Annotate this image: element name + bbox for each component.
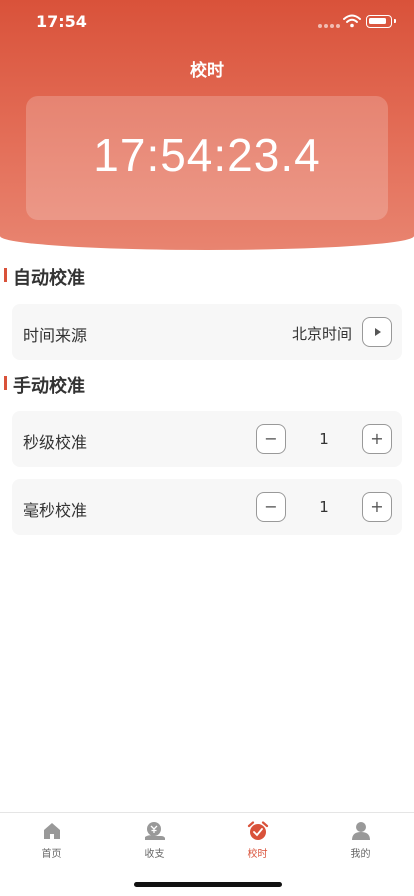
section-heading-manual: 手动校准 xyxy=(0,372,300,397)
second-calibration-label: 秒级校准 xyxy=(23,433,88,452)
battery-icon xyxy=(366,15,396,28)
signal-dots-icon xyxy=(318,24,340,28)
wifi-icon xyxy=(343,14,361,28)
millisecond-calibration-label: 毫秒校准 xyxy=(23,501,88,520)
time-source-value: 北京时间 xyxy=(291,325,352,343)
tab-label: 校时 xyxy=(247,849,268,860)
tab-home[interactable]: 首页 xyxy=(0,821,103,871)
money-icon xyxy=(144,822,165,840)
tab-label: 我的 xyxy=(350,849,371,860)
status-bar: 17:54 xyxy=(0,0,414,44)
millisecond-calibration-value: 1 xyxy=(319,498,329,516)
section-accent-bar xyxy=(4,268,7,282)
millisecond-calibration-row: 毫秒校准 − 1 + xyxy=(12,479,402,535)
time-source-row[interactable]: 时间来源 北京时间 xyxy=(12,304,402,360)
home-indicator xyxy=(134,882,282,887)
clock-card: 17:54:23.4 xyxy=(26,96,388,220)
alarm-clock-icon xyxy=(247,821,268,840)
section-accent-bar xyxy=(4,376,7,390)
second-decrement-button[interactable]: − xyxy=(256,424,286,454)
second-calibration-row: 秒级校准 − 1 + xyxy=(12,411,402,467)
tab-income-expense[interactable]: 收支 xyxy=(103,821,206,871)
user-icon xyxy=(351,822,370,840)
page-title: 校时 xyxy=(190,61,224,81)
section-title: 手动校准 xyxy=(13,376,85,397)
tab-label: 首页 xyxy=(41,849,62,860)
millisecond-increment-button[interactable]: + xyxy=(362,492,392,522)
chevron-right-icon xyxy=(375,328,381,336)
time-source-label: 时间来源 xyxy=(23,326,88,345)
tab-calibrate[interactable]: 校时 xyxy=(206,821,309,871)
tab-label: 收支 xyxy=(144,849,165,860)
section-title: 自动校准 xyxy=(13,268,85,289)
section-heading-auto: 自动校准 xyxy=(0,264,300,289)
second-increment-button[interactable]: + xyxy=(362,424,392,454)
tab-profile[interactable]: 我的 xyxy=(309,821,412,871)
status-time: 17:54 xyxy=(36,12,87,31)
home-icon xyxy=(43,823,60,839)
time-source-select-button[interactable] xyxy=(362,317,392,347)
current-time-display: 17:54:23.4 xyxy=(93,129,321,181)
second-calibration-value: 1 xyxy=(319,430,329,448)
millisecond-decrement-button[interactable]: − xyxy=(256,492,286,522)
